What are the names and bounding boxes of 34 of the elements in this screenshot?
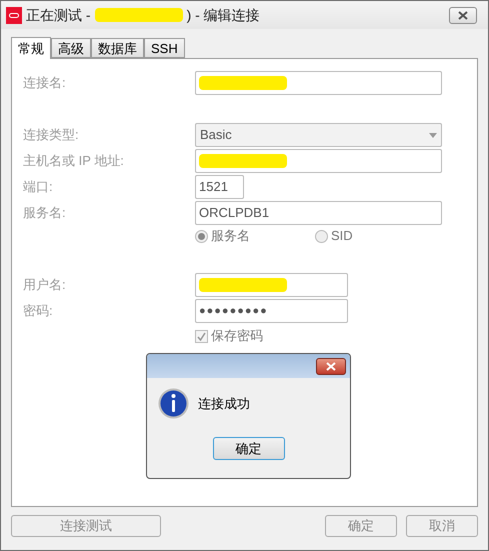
field-label: 服务名: — [23, 204, 67, 222]
dropdown-arrow-icon — [429, 132, 437, 138]
input-field[interactable]: ●●●●●●●●● — [195, 299, 348, 323]
close-button[interactable] — [449, 6, 477, 24]
field-label: 用户名: — [23, 276, 67, 294]
close-button[interactable] — [316, 358, 346, 374]
field-label: 连接名: — [23, 74, 67, 92]
input-field[interactable]: ORCLPDB1 — [195, 201, 442, 225]
message-text: 连接成功 — [198, 394, 250, 413]
field-label: 密码: — [23, 302, 54, 320]
field-label: 主机名或 IP 地址: — [23, 152, 125, 170]
close-icon — [326, 362, 336, 370]
window-title: 正在测试 - ) - 编辑连接 — [26, 6, 260, 25]
close-icon — [458, 10, 468, 20]
ok-button[interactable]: 确定 — [212, 437, 284, 460]
input-field[interactable] — [195, 273, 348, 297]
checkbox-label: 保存密码 — [211, 327, 263, 346]
radio-button[interactable] — [195, 230, 208, 242]
radio-label: 服务名 — [211, 227, 250, 246]
field-label: 连接类型: — [23, 126, 80, 144]
radio-button[interactable] — [315, 230, 328, 242]
type-dropdown[interactable]: Basic — [195, 123, 442, 147]
field-label: 端口: — [23, 178, 54, 196]
input-field[interactable] — [195, 71, 442, 95]
app-logo-icon — [6, 6, 22, 24]
checkbox[interactable] — [195, 330, 208, 342]
tab[interactable]: SSH — [144, 38, 185, 58]
input-field[interactable]: 1521 — [195, 175, 244, 199]
radio-label: SID — [331, 227, 353, 246]
tab[interactable]: 常规 — [11, 37, 51, 59]
tab[interactable]: 高级 — [51, 38, 91, 58]
tab[interactable]: 数据库 — [91, 38, 144, 58]
input-field[interactable] — [195, 149, 442, 173]
info-icon — [158, 388, 189, 419]
